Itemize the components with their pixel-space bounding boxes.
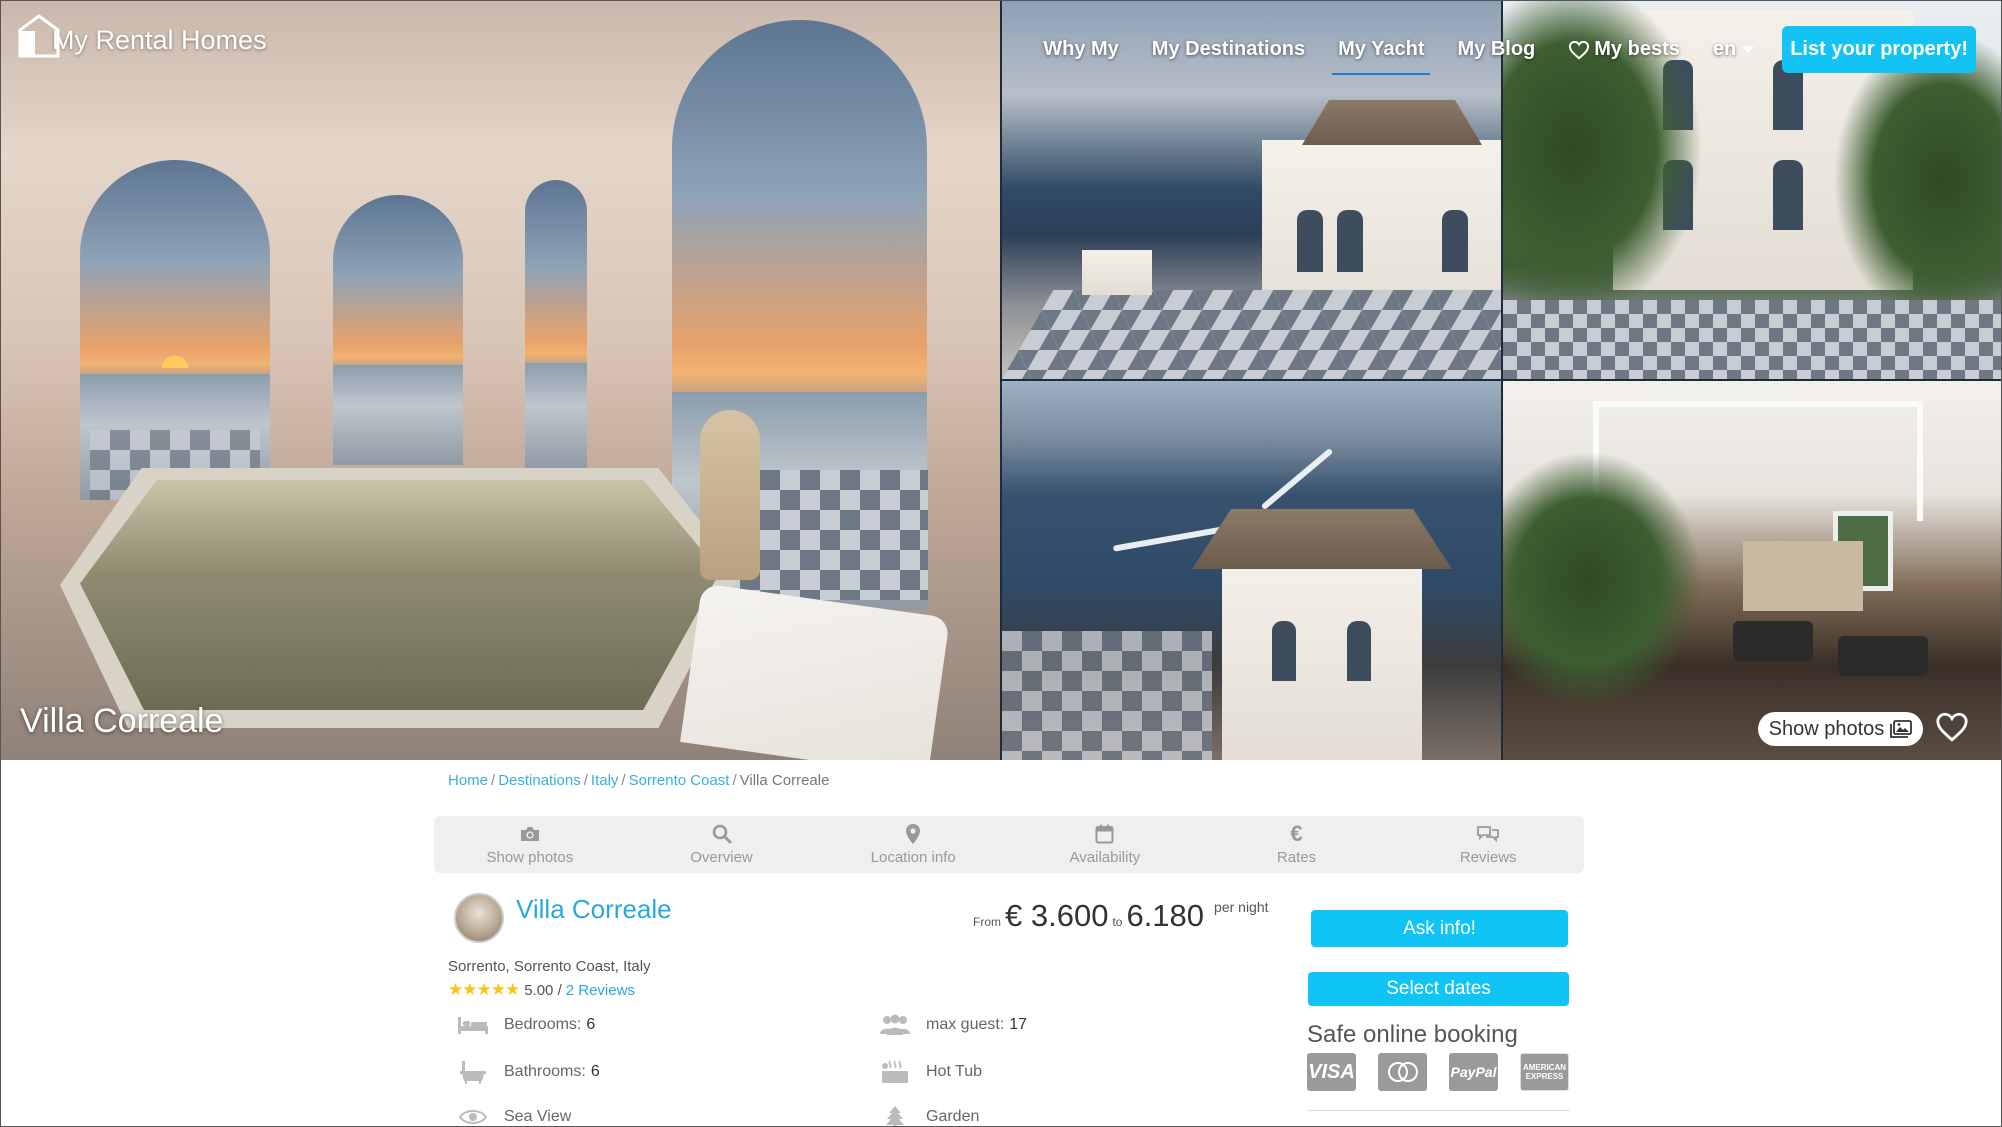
chat-icon — [1476, 823, 1500, 845]
amex-icon: AMERICAN EXPRESS — [1520, 1053, 1569, 1091]
bedrooms-value: 6 — [586, 1016, 596, 1033]
main-nav: Why My My Destinations My Yacht My Blog … — [1010, 26, 1976, 75]
tab-location-info[interactable]: Location info — [817, 816, 1009, 873]
statue — [700, 410, 760, 580]
nav-my-blog[interactable]: My Blog — [1457, 38, 1535, 61]
breadcrumb-destinations[interactable]: Destinations — [498, 772, 581, 789]
tab-rates[interactable]: € Rates — [1201, 816, 1393, 873]
brand-logo[interactable]: My Rental Homes — [18, 14, 267, 58]
bathtub-icon — [456, 1060, 490, 1084]
select-dates-button[interactable]: Select dates — [1308, 972, 1569, 1006]
max-guest-value: 17 — [1009, 1016, 1028, 1033]
search-icon — [712, 823, 732, 845]
tab-label: Rates — [1276, 849, 1317, 866]
brand-name: My Rental Homes — [52, 25, 267, 55]
feature-max-guest: max guest: 17 — [878, 1013, 1027, 1037]
nav-my-bests[interactable]: My bests — [1568, 38, 1680, 61]
property-rating: ★★★★★ 5.00 / 2 Reviews — [448, 980, 635, 1000]
show-photos-label: Show photos — [1768, 717, 1885, 740]
arch-window — [333, 195, 463, 465]
house-icon — [18, 14, 60, 58]
property-location: Sorrento, Sorrento Coast, Italy — [448, 958, 651, 975]
breadcrumb-current: Villa Correale — [739, 772, 830, 789]
tab-label: Location info — [870, 849, 956, 866]
tab-overview[interactable]: Overview — [626, 816, 818, 873]
bathrooms-label: Bathrooms: — [504, 1063, 586, 1080]
tab-label: Overview — [690, 849, 753, 866]
feature-garden: Garden — [878, 1105, 979, 1127]
hot-tub-label: Hot Tub — [926, 1063, 983, 1080]
tab-availability[interactable]: Availability — [1009, 816, 1201, 873]
breadcrumb-home[interactable]: Home — [448, 772, 488, 789]
hero-title: Villa Correale — [20, 702, 224, 740]
mastercard-icon — [1378, 1053, 1427, 1091]
gallery-photo-aerial[interactable] — [1002, 381, 1501, 760]
chevron-down-icon — [1742, 46, 1755, 53]
property-title: Villa Correale — [516, 894, 672, 924]
nav-my-bests-label: My bests — [1594, 38, 1680, 60]
heart-icon — [1569, 40, 1590, 59]
gallery-photo-interior[interactable] — [1503, 381, 2002, 760]
bathrooms-value: 6 — [590, 1063, 600, 1080]
breadcrumb-italy[interactable]: Italy — [591, 772, 619, 789]
nav-my-yacht[interactable]: My Yacht — [1332, 38, 1431, 75]
users-icon — [878, 1013, 912, 1037]
tab-reviews[interactable]: Reviews — [1392, 816, 1584, 873]
bed-icon — [456, 1013, 490, 1037]
bedrooms-label: Bedrooms: — [504, 1016, 582, 1033]
feature-bathrooms: Bathrooms: 6 — [456, 1060, 600, 1084]
calendar-icon — [1095, 823, 1114, 845]
list-property-button[interactable]: List your property! — [1782, 26, 1976, 73]
sea-view-label: Sea View — [504, 1108, 572, 1125]
garden-label: Garden — [926, 1108, 980, 1125]
max-guest-label: max guest: — [926, 1016, 1005, 1033]
tab-label: Reviews — [1459, 849, 1517, 866]
breadcrumb: Home / Destinations / Italy / Sorrento Coast / V… — [448, 772, 830, 789]
language-select[interactable]: en — [1712, 38, 1755, 61]
ask-info-button[interactable]: Ask info! — [1311, 910, 1568, 947]
property-avatar — [454, 893, 504, 943]
feature-hot-tub: Hot Tub — [878, 1060, 982, 1084]
paypal-icon: PayPal — [1449, 1053, 1498, 1091]
rating-value: 5.00 / — [524, 981, 562, 999]
images-icon — [1890, 720, 1913, 738]
language-label: en — [1712, 38, 1737, 60]
reviews-link[interactable]: 2 Reviews — [566, 982, 635, 999]
section-tabs: Show photos Overview Location info Avail… — [434, 816, 1584, 873]
map-pin-icon — [905, 823, 921, 845]
nav-why-my[interactable]: Why My — [1043, 38, 1119, 61]
safe-booking-title: Safe online booking — [1307, 1021, 1518, 1048]
star-rating-icon: ★★★★★ — [448, 980, 520, 999]
eye-icon — [456, 1105, 490, 1127]
feature-bedrooms: Bedrooms: 6 — [456, 1013, 595, 1037]
hot-tub — [80, 480, 720, 710]
divider — [1307, 1110, 1570, 1111]
show-photos-button[interactable]: Show photos — [1758, 712, 1923, 746]
favorite-heart-icon[interactable] — [1935, 711, 1969, 748]
price-from-label: From — [973, 915, 1001, 929]
hero-gallery: My Rental Homes Why My My Destinations M… — [0, 0, 2002, 760]
price-to-label: to — [1112, 915, 1123, 929]
price-to: 6.180 — [1126, 898, 1205, 933]
breadcrumb-sorrento-coast[interactable]: Sorrento Coast — [629, 772, 730, 789]
tab-show-photos[interactable]: Show photos — [434, 816, 626, 873]
feature-sea-view: Sea View — [456, 1105, 571, 1127]
arch-window — [525, 180, 587, 470]
payment-methods: VISA PayPal AMERICAN EXPRESS — [1307, 1053, 1591, 1091]
price-from: € 3.600 — [1005, 898, 1109, 933]
camera-icon — [519, 823, 541, 845]
visa-icon: VISA — [1307, 1053, 1356, 1091]
price-range: From € 3.600 to 6.180 per night — [969, 898, 1269, 934]
hot-tub-icon — [878, 1060, 912, 1084]
nav-my-destinations[interactable]: My Destinations — [1152, 38, 1305, 61]
tree-icon — [878, 1105, 912, 1127]
tab-label: Availability — [1069, 849, 1141, 866]
euro-icon: € — [1290, 821, 1303, 846]
price-unit: per night — [1214, 899, 1269, 915]
tab-label: Show photos — [486, 849, 574, 866]
main-photo[interactable] — [0, 0, 1000, 760]
